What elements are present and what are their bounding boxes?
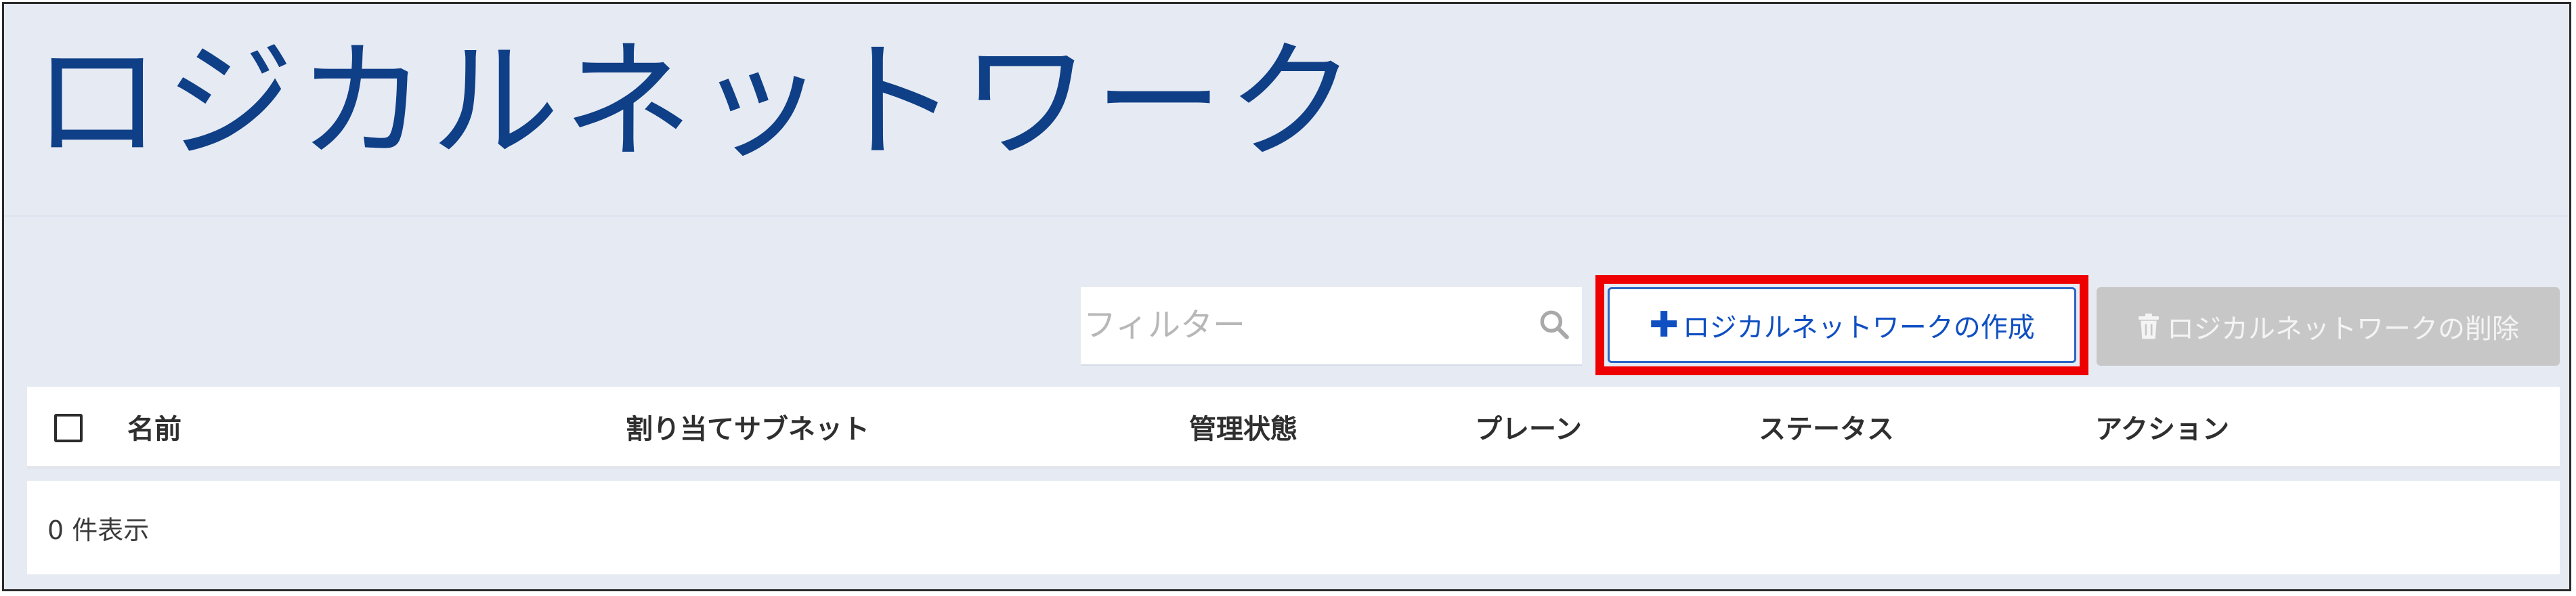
table-header: 名前 割り当てサブネット 管理状態 プレーン ステータス アクション	[27, 387, 2560, 469]
filter-input[interactable]	[1081, 287, 1503, 363]
column-header-admin-state[interactable]: 管理状態	[1189, 387, 1297, 466]
table-footer: 0 件表示	[27, 481, 2560, 574]
plus-icon: ✚	[1649, 305, 1679, 345]
page-title: ロジカルネットワーク	[33, 27, 1360, 177]
column-header-status[interactable]: ステータス	[1759, 387, 1894, 466]
column-header-plane[interactable]: プレーン	[1475, 387, 1582, 466]
select-all-checkbox[interactable]	[54, 414, 83, 442]
trash-icon	[2139, 313, 2159, 339]
column-header-actions: アクション	[2095, 413, 2229, 445]
create-logical-network-button[interactable]: ✚ ロジカルネットワークの作成	[1608, 287, 2076, 363]
column-header-name[interactable]: 名前	[127, 387, 181, 466]
delete-button-label: ロジカルネットワークの削除	[2167, 314, 2519, 345]
filter-box	[1081, 287, 1582, 366]
delete-logical-network-button[interactable]: ロジカルネットワークの削除	[2097, 287, 2560, 366]
result-count: 0 件表示	[47, 515, 150, 545]
title-divider	[4, 215, 2569, 217]
app-window: ロジカルネットワーク ✚ ロジカルネットワークの作成 ロジカルネットワークの削除…	[2, 2, 2571, 591]
column-header-assigned-subnets[interactable]: 割り当てサブネット	[626, 387, 870, 466]
create-button-label: ロジカルネットワークの作成	[1682, 312, 2035, 343]
search-icon[interactable]	[1537, 307, 1571, 341]
